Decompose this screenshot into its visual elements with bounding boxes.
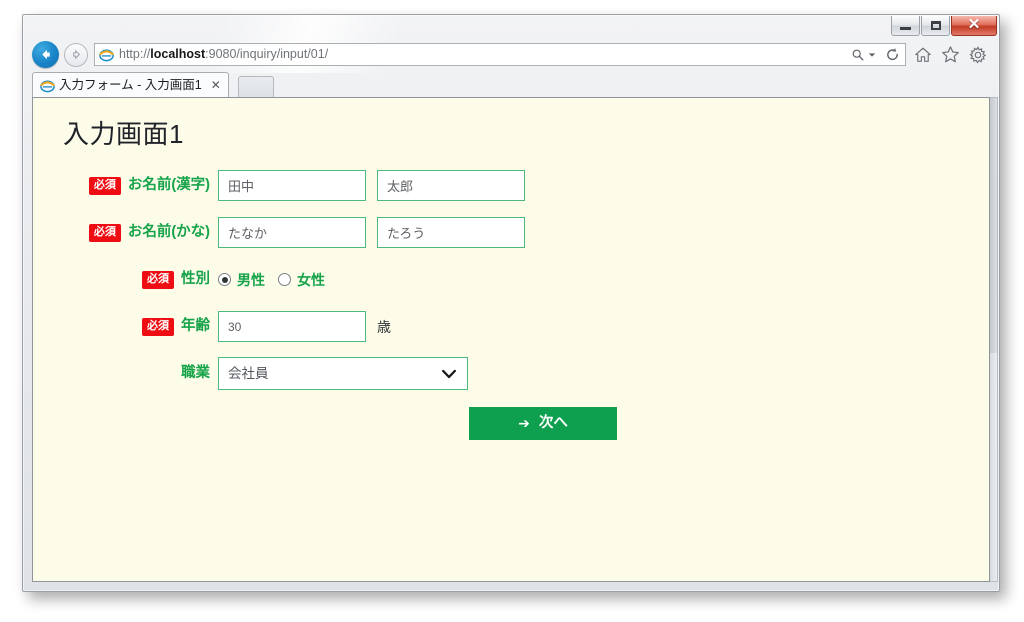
minimize-icon: [900, 27, 911, 30]
tab-close-icon[interactable]: ✕: [211, 79, 221, 91]
address-bar-tools: [851, 47, 900, 62]
vertical-scrollbar[interactable]: [990, 97, 998, 582]
maximize-button[interactable]: [921, 16, 950, 36]
maximize-icon: [930, 21, 941, 30]
radio-selected-icon: [218, 273, 231, 286]
home-icon[interactable]: [914, 46, 932, 64]
label-gender: 必須 性別: [33, 270, 218, 289]
last-name-kanji-input[interactable]: [218, 170, 366, 201]
form-row-occupation: 職業 会社員公務員自営業学生その他: [33, 350, 989, 397]
input-form: 必須 お名前(漢字) 必須 お名前(かな): [33, 162, 989, 449]
back-arrow-icon: [42, 49, 50, 60]
next-button-label: 次へ: [538, 414, 568, 431]
label-name-kana: 必須 お名前(かな): [33, 223, 218, 242]
ie-favicon-tab: [40, 78, 55, 93]
browser-navigation-bar: http://localhost:9080/inquiry/input/01/: [23, 37, 999, 72]
tab-title: 入力フォーム - 入力画面1: [59, 77, 202, 92]
radio-unselected-icon: [278, 273, 291, 286]
radio-label: 男性: [237, 271, 265, 288]
back-button[interactable]: [32, 41, 59, 68]
scrollbar-thumb[interactable]: [990, 98, 997, 353]
close-window-button[interactable]: ✕: [951, 16, 997, 36]
last-name-kana-input[interactable]: [218, 217, 366, 248]
fields-gender: 男性 女性: [218, 273, 325, 287]
address-bar[interactable]: http://localhost:9080/inquiry/input/01/: [94, 43, 906, 66]
form-row-age: 必須 年齢 歳: [33, 303, 989, 350]
fields-occupation: 会社員公務員自営業学生その他: [218, 357, 468, 390]
window-caption-buttons: ✕: [890, 16, 997, 38]
close-icon: ✕: [967, 17, 981, 33]
occupation-select-wrap: 会社員公務員自営業学生その他: [218, 357, 468, 390]
label-name-kanji: 必須 お名前(漢字): [33, 176, 218, 195]
browser-viewport: 入力画面1 必須 お名前(漢字) 田中 太郎 必須 お名前(かな) たなか たろ…: [32, 97, 990, 582]
url-path: :9080/inquiry/input/01/: [205, 48, 329, 61]
label-text: お名前(漢字): [127, 177, 210, 194]
age-input[interactable]: [218, 311, 366, 342]
star-icon[interactable]: [941, 45, 960, 64]
required-badge: 必須: [88, 176, 121, 195]
label-text: 職業: [181, 365, 210, 382]
url-scheme: http://: [119, 48, 151, 61]
browser-tab-active[interactable]: 入力フォーム - 入力画面1 ✕: [32, 72, 229, 97]
gender-female-radio[interactable]: 女性: [278, 273, 325, 287]
label-text: 年齢: [181, 318, 210, 335]
gear-icon[interactable]: [969, 45, 987, 64]
page-title: 入力画面1: [63, 119, 184, 149]
form-row-submit: ➔ 次へ: [33, 397, 989, 449]
fields-age: 歳: [218, 311, 391, 342]
label-text: お名前(かな): [127, 224, 210, 241]
gender-male-radio[interactable]: 男性: [218, 273, 265, 287]
minimize-button[interactable]: [891, 16, 920, 36]
label-occupation: 職業: [33, 366, 218, 381]
web-page: 入力画面1 必須 お名前(漢字) 田中 太郎 必須 お名前(かな) たなか たろ…: [33, 98, 989, 581]
next-button[interactable]: ➔ 次へ: [469, 406, 617, 440]
age-unit-label: 歳: [377, 318, 391, 335]
fields-name-kana: [218, 217, 525, 248]
required-badge: 必須: [142, 317, 174, 336]
required-badge: 必須: [142, 270, 174, 289]
gender-radio-group: 男性 女性: [218, 273, 325, 287]
first-name-kanji-input[interactable]: [377, 170, 525, 201]
browser-toolbar-icons: [914, 45, 987, 64]
occupation-select[interactable]: 会社員公務員自営業学生その他: [218, 357, 468, 390]
arrow-right-icon: ➔: [518, 415, 530, 431]
url-text: http://localhost:9080/inquiry/input/01/: [119, 48, 851, 61]
form-row-gender: 必須 性別 男性 女性: [33, 256, 989, 303]
ie-favicon-address: [99, 47, 114, 62]
fields-name-kanji: [218, 170, 525, 201]
desktop-background: ✕ http://localhost:9080/inquiry/input/01…: [0, 0, 1024, 622]
form-row-name-kanji: 必須 お名前(漢字): [33, 162, 989, 209]
label-text: 性別: [181, 271, 210, 288]
refresh-icon[interactable]: [885, 47, 900, 62]
forward-arrow-icon: [72, 49, 80, 60]
tab-strip: 入力フォーム - 入力画面1 ✕: [23, 72, 999, 97]
search-icon[interactable]: [851, 48, 865, 62]
new-tab-button[interactable]: [238, 76, 274, 97]
browser-window: ✕ http://localhost:9080/inquiry/input/01…: [22, 14, 1000, 592]
first-name-kana-input[interactable]: [377, 217, 525, 248]
url-host: localhost: [150, 48, 206, 61]
required-badge: 必須: [88, 223, 121, 242]
forward-button[interactable]: [64, 42, 88, 67]
radio-label: 女性: [297, 271, 325, 288]
label-age: 必須 年齢: [33, 317, 218, 336]
form-row-name-kana: 必須 お名前(かな): [33, 209, 989, 256]
chevron-down-icon[interactable]: [868, 51, 876, 59]
